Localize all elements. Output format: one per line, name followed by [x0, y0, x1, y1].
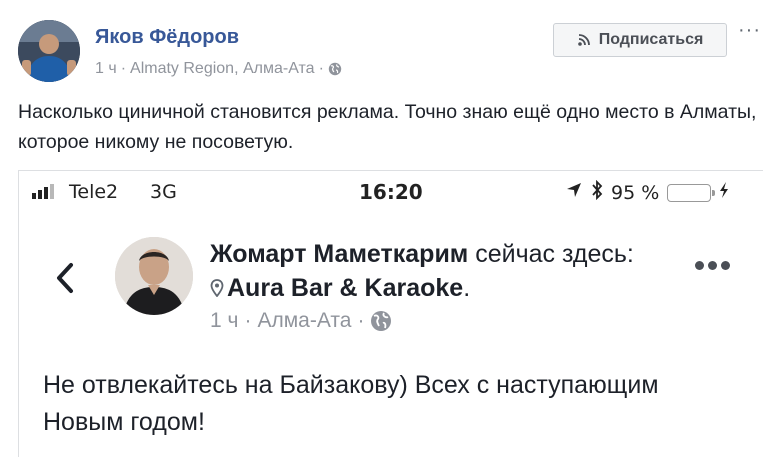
inner-action: сейчас здесь: [468, 240, 634, 268]
post-location[interactable]: Almaty Region, Алма-Ата [130, 60, 315, 78]
post-meta: 1 ч · Almaty Region, Алма-Ата · [95, 60, 342, 78]
author-name[interactable]: Яков Фёдоров [95, 26, 239, 49]
inner-author-avatar[interactable] [115, 237, 193, 315]
subscribe-label: Подписаться [598, 31, 704, 48]
inner-post-meta: 1 ч · Алма-Ата · [210, 309, 392, 333]
subscribe-button[interactable]: Подписаться [553, 23, 727, 57]
inner-post-location[interactable]: Алма-Ата [257, 309, 351, 333]
inner-post-time[interactable]: 1 ч [210, 309, 238, 333]
post-text: Насколько циничной становится реклама. Т… [18, 101, 757, 153]
carrier-name: Tele2 [69, 181, 119, 203]
meta-separator: · [120, 60, 127, 77]
meta-separator: · [318, 60, 324, 77]
meta-separator: · [244, 309, 252, 332]
location-arrow-icon [565, 181, 583, 204]
signal-icon [32, 183, 54, 199]
battery-percent: 95 % [611, 181, 660, 204]
charging-icon [719, 181, 729, 204]
post-time[interactable]: 1 ч [95, 60, 117, 78]
inner-post-text: Не отвлекайтесь на Байзакову) Всех с нас… [43, 371, 659, 436]
attached-screenshot[interactable]: Tele2 3G 16:20 95 % Жомарт Маметкарим се… [18, 170, 763, 457]
status-bar: Tele2 3G 16:20 95 % [19, 171, 763, 215]
inner-post-header: Жомарт Маметкарим сейчас здесь: Aura Bar… [210, 237, 650, 305]
status-right: 95 % [565, 179, 729, 205]
status-clock: 16:20 [359, 180, 423, 204]
globe-icon [370, 310, 392, 332]
globe-icon[interactable] [328, 62, 342, 76]
map-pin-icon [210, 272, 224, 298]
back-chevron-icon[interactable] [53, 261, 77, 295]
battery-icon [667, 183, 716, 202]
meta-separator: · [357, 309, 365, 332]
bluetooth-icon [591, 179, 603, 205]
inner-author-name[interactable]: Жомарт Маметкарим [210, 240, 468, 268]
inner-place-link[interactable]: Aura Bar & Karaoke [227, 274, 463, 302]
network-type: 3G [150, 181, 177, 203]
inner-place-suffix: . [463, 274, 471, 302]
more-dots-icon[interactable] [695, 261, 730, 270]
post-options-icon[interactable]: ··· [738, 20, 761, 40]
author-avatar[interactable] [18, 20, 80, 82]
rss-icon [577, 33, 591, 47]
